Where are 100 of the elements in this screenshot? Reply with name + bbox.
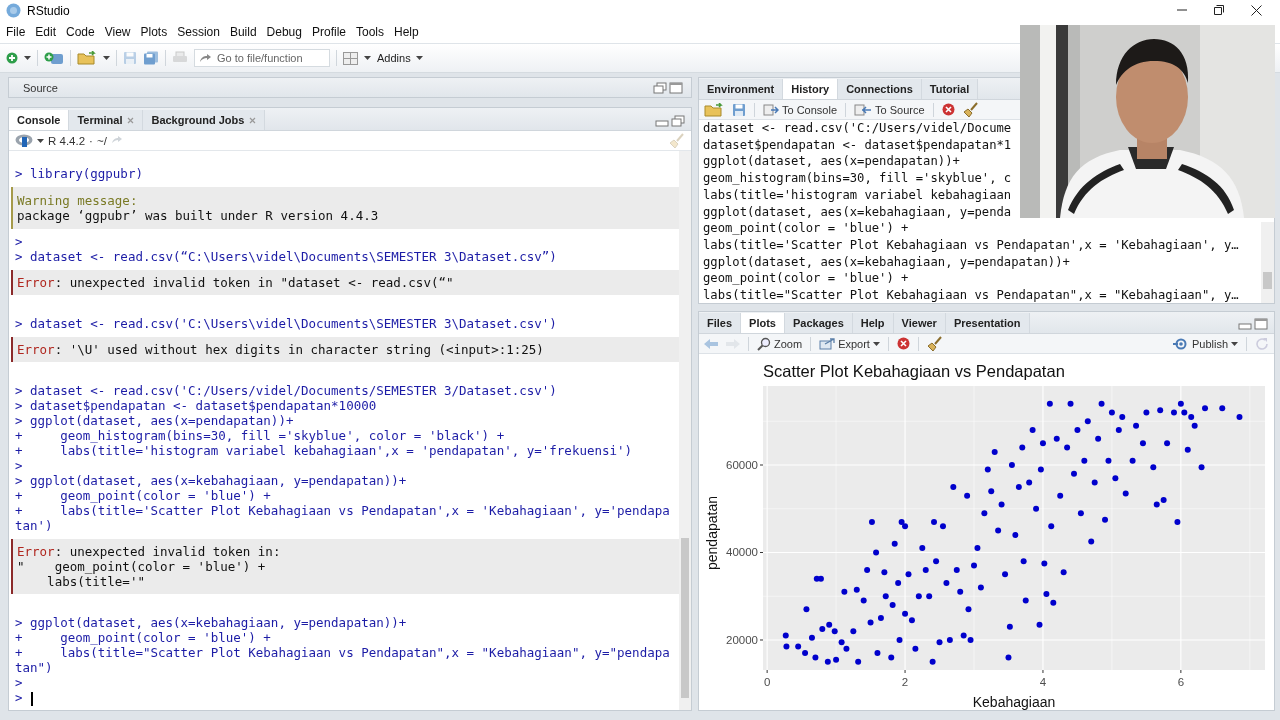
caret-icon <box>103 56 110 60</box>
arrow-icon[interactable] <box>110 136 123 145</box>
axis-tick-label: 0 <box>763 676 771 688</box>
axis-tick-label: 60000 <box>726 459 758 471</box>
grid-icon[interactable] <box>343 51 358 65</box>
axis-tick-label: 2 <box>901 676 909 688</box>
save-icon[interactable] <box>732 102 746 117</box>
axis-tick-label: 20000 <box>726 634 758 646</box>
warning-title: Warning message: <box>17 193 139 208</box>
history-line[interactable]: labs(title='Scatter Plot Kebahagiaan vs Pendapatan',x = 'Kebahagiaan', y… <box>703 236 1239 254</box>
menu-item[interactable]: Edit <box>30 25 62 39</box>
refresh-icon[interactable] <box>1255 336 1269 351</box>
console-line: + geom_histogram(bins=30, fill ='skyblue', color = 'black') + <box>15 428 506 443</box>
history-line[interactable]: geom_histogram(bins=30, fill ='skyblue', c <box>703 170 1012 187</box>
console-line: > <box>15 234 24 249</box>
app-logo-icon <box>6 3 21 18</box>
console-line: > ggplot(dataset, aes(x=kebahagiaan, y=pendapatan))+ <box>15 473 408 488</box>
caret-icon <box>37 138 44 143</box>
error-text: Error: unexpected invalid token in "dataset <- read.csv(“" <box>17 275 455 290</box>
axis-tick-label: 40000 <box>726 546 758 559</box>
r-logo-icon[interactable] <box>15 134 33 147</box>
history-line[interactable]: dataset$pendapatan <- dataset$pendapatan*1 <box>703 136 1012 154</box>
error-text: Error: unexpected invalid token in: <box>17 544 282 559</box>
maximize-icon[interactable] <box>1254 318 1268 330</box>
menu-item[interactable]: Build <box>224 25 262 39</box>
console-line: > ggplot(dataset, aes(x=kebahagiaan, y=pendapatan))+ <box>15 615 408 630</box>
pane-title: Source <box>23 81 59 94</box>
tab[interactable]: Tutorial <box>921 79 979 99</box>
tab[interactable]: Connections <box>838 79 922 99</box>
menu-item[interactable]: Code <box>61 25 100 39</box>
history-line[interactable]: geom_point(color = 'blue') + <box>703 220 909 237</box>
to-source-button[interactable]: To Source <box>854 103 925 116</box>
separator-dot: · <box>89 134 93 147</box>
addins-menu[interactable]: Addins <box>377 52 423 64</box>
menu-item[interactable]: View <box>99 25 136 39</box>
to-console-button[interactable]: To Console <box>763 103 838 116</box>
chart-title: Scatter Plot Kebahagiaan vs Pendapatan <box>763 362 1065 380</box>
search-field[interactable]: Go to file/function <box>194 49 330 67</box>
tab[interactable]: History <box>783 79 839 99</box>
history-line[interactable]: ggplot(dataset, aes(x=kebahagiaan, y=pendapatan))+ <box>703 253 1070 271</box>
menu-item[interactable]: Tools <box>351 25 389 39</box>
console-line: tan') <box>15 518 54 533</box>
tab[interactable]: Help <box>852 313 894 333</box>
error-text: Error: '\U' used without hex digits in character string (<input>:1:25) <box>17 342 545 357</box>
folder-icon[interactable] <box>704 102 724 117</box>
console-line: + geom_point(color = 'blue') + <box>15 630 272 645</box>
console-line: > dataset <- read.csv('C:\Users\videl\Documents\SEMESTER 3\Dataset.csv') <box>15 316 558 331</box>
menu-item[interactable]: Help <box>389 25 424 39</box>
tab[interactable]: Environment <box>699 79 784 99</box>
caret-icon <box>872 341 880 346</box>
source-icon <box>854 103 873 116</box>
delete-icon[interactable] <box>896 337 910 350</box>
tab[interactable]: Presentation <box>945 313 1030 333</box>
menu-item[interactable]: Debug <box>261 25 307 39</box>
text-cursor <box>31 691 33 706</box>
close-icon[interactable] <box>1251 5 1262 16</box>
history-line[interactable]: ggplot(dataset, aes(x=pendapatan))+ <box>703 153 960 171</box>
history-line[interactable]: labs(title='histogram variabel kebahagiaan <box>703 186 1012 204</box>
tab[interactable]: Viewer <box>893 313 946 333</box>
restore-icon[interactable] <box>1214 5 1224 15</box>
console-line: > dataset <- read.csv(“C:\Users\videl\Documents\SEMESTER 3\Dataset.csv”) <box>15 249 558 264</box>
save-icon[interactable] <box>123 51 137 65</box>
broom-icon[interactable] <box>962 101 979 118</box>
history-line[interactable]: geom_point(color = 'blue') + <box>703 270 909 288</box>
console-line: + labs(title='histogram variabel kebahagiaan',x = 'pendapatan', y='frekuensi') <box>15 443 634 458</box>
delete-icon[interactable] <box>941 103 955 116</box>
scrollbar[interactable] <box>1261 222 1274 303</box>
broom-icon[interactable] <box>926 335 943 352</box>
tab[interactable]: Plots <box>741 313 785 333</box>
axis-title: pendapatan <box>704 496 720 570</box>
new-file-icon[interactable] <box>6 52 18 64</box>
caret-icon <box>415 56 423 60</box>
tab[interactable]: Files <box>699 313 742 333</box>
console-line: > <box>15 458 24 473</box>
folder-icon[interactable] <box>77 51 97 65</box>
history-line[interactable]: ggplot(dataset, aes(x=kebahagiaan, y=penda <box>703 203 1012 221</box>
scrollbar[interactable] <box>679 151 691 710</box>
axis-title: Kebahagiaan <box>972 694 1056 710</box>
menu-item[interactable]: Profile <box>306 25 351 39</box>
tab[interactable]: Terminal <box>69 110 144 130</box>
menu-item[interactable]: File <box>1 25 31 39</box>
tab[interactable]: Background Jobs <box>143 110 266 130</box>
project-icon[interactable] <box>44 51 64 65</box>
publish-button[interactable]: Publish <box>1172 337 1238 350</box>
console-icon <box>763 103 779 116</box>
save-all-icon[interactable] <box>143 51 159 65</box>
export-button[interactable]: Export <box>819 337 880 350</box>
history-line[interactable]: labs(title="Scatter Plot Kebahagiaan vs Pendapatan",x = "Kebahagiaan", y… <box>703 287 1239 304</box>
working-directory[interactable]: ~/ <box>96 134 107 147</box>
maximize-icon[interactable] <box>669 81 683 94</box>
zoom-button[interactable]: Zoom <box>757 336 803 351</box>
menu-item[interactable]: Session <box>172 25 225 39</box>
tab[interactable]: Packages <box>785 313 853 333</box>
error-text: " geom_point(color = 'blue') + <box>17 559 267 574</box>
back-arrow-icon[interactable] <box>704 338 718 349</box>
console-line: > <box>15 690 679 705</box>
tab[interactable]: Console <box>9 110 70 130</box>
console-line: > <box>15 675 24 690</box>
menu-item[interactable]: Plots <box>135 25 173 39</box>
history-line[interactable]: dataset <- read.csv('C:/Users/videl/Docume <box>703 120 1012 137</box>
